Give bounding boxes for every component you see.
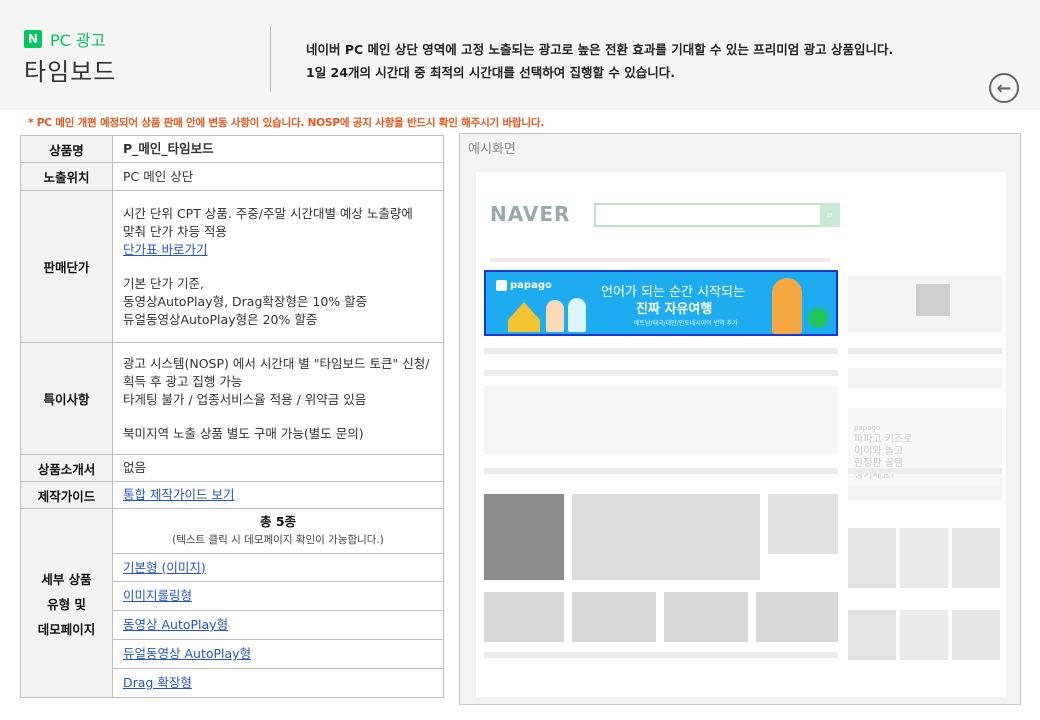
type-link-rolling[interactable]: 이미지롤링형 bbox=[123, 588, 192, 603]
content-thumbnail bbox=[484, 592, 564, 642]
table-row: 상품명 P_메인_타임보드 bbox=[20, 135, 444, 163]
type-link-basic[interactable]: 기본형 (이미지) bbox=[123, 560, 206, 575]
notice-text: * PC 메인 개편 예정되어 상품 판매 안에 변동 사항이 있습니다. NO… bbox=[28, 117, 545, 129]
temple-illustration bbox=[508, 302, 540, 332]
types-header: 총 5종 (텍스트 클릭 시 데모페이지 확인이 가능합니다.) bbox=[112, 508, 444, 554]
text-line: 광고 시스템(NOSP) 에서 시간대 별 "타임보드 토큰" 신청/ bbox=[123, 355, 430, 371]
news-bar bbox=[484, 348, 838, 354]
content-thumbnail bbox=[768, 494, 838, 554]
example-screenshot: NAVER ⌕ papago 언어가 되는 순간 시작되는 진짜 자유여행 베트… bbox=[476, 172, 1006, 697]
text-line: 시간 단위 CPT 상품. 주중/주말 시간대별 예상 노출량에 bbox=[123, 205, 413, 221]
product-thumbnail bbox=[952, 528, 1000, 588]
traveler-illustration bbox=[568, 298, 586, 332]
translate-icon bbox=[808, 308, 828, 328]
ad-subtext: 베트남/태국/대만/인도네시아어 번역 추가 bbox=[634, 320, 738, 327]
traveler-illustration bbox=[546, 300, 564, 332]
news-bar bbox=[484, 370, 838, 376]
row-label: 판매단가 bbox=[20, 190, 113, 343]
tab-bar bbox=[484, 468, 838, 474]
spec-table: 상품명 P_메인_타임보드 노출위치 PC 메인 상단 판매단가 시간 단위 C… bbox=[20, 135, 444, 698]
search-icon: ⌕ bbox=[820, 203, 840, 227]
naver-logo: NAVER bbox=[490, 202, 571, 226]
content-thumbnail bbox=[664, 592, 748, 642]
product-thumbnail bbox=[848, 528, 896, 588]
types-total: 총 5종 bbox=[259, 514, 297, 529]
example-title: 예시화면 bbox=[468, 142, 516, 157]
text-line: 기본 단가 기준, bbox=[123, 275, 204, 291]
brand: N PC 광고 bbox=[24, 27, 105, 51]
press-grid bbox=[484, 386, 838, 454]
text-line: 획득 후 광고 집행 가능 bbox=[123, 373, 243, 389]
content-thumbnail bbox=[572, 494, 760, 580]
man-illustration bbox=[772, 278, 802, 334]
description-line: 네이버 PC 메인 상단 영역에 고정 노출되는 광고로 높은 전환 효과를 기… bbox=[306, 42, 894, 57]
row-label: 노출위치 bbox=[20, 162, 113, 191]
price-table-link[interactable]: 단가표 바로가기 bbox=[123, 242, 207, 257]
issue-list bbox=[848, 368, 1002, 388]
type-link-dual-video[interactable]: 듀얼동영상 AutoPlay형 bbox=[123, 646, 251, 661]
row-label: 제작가이드 bbox=[20, 481, 113, 509]
row-value: P_메인_타임보드 bbox=[112, 135, 444, 163]
content-thumbnail bbox=[484, 494, 564, 580]
product-thumbnail bbox=[900, 528, 948, 588]
product-thumbnail bbox=[952, 610, 1000, 660]
table-row: 상품소개서 없음 bbox=[20, 454, 444, 482]
product-description: 네이버 PC 메인 상단 영역에 고정 노출되는 광고로 높은 전환 효과를 기… bbox=[306, 38, 893, 84]
table-row: 특이사항 광고 시스템(NOSP) 에서 시간대 별 "타임보드 토큰" 신청/… bbox=[20, 342, 444, 455]
brand-label: PC 광고 bbox=[50, 31, 106, 50]
description-line: 1일 24개의 시간대 중 최적의 시간대를 선택하여 집행할 수 있습니다. bbox=[306, 65, 676, 80]
special-cell: 광고 시스템(NOSP) 에서 시간대 별 "타임보드 토큰" 신청/ 획득 후… bbox=[112, 342, 444, 455]
product-thumbnail bbox=[900, 610, 948, 660]
login-image-placeholder bbox=[916, 284, 950, 316]
content-thumbnail bbox=[756, 592, 838, 642]
issue-bar bbox=[848, 348, 1002, 354]
search-box bbox=[594, 203, 822, 227]
row-value: 없음 bbox=[112, 454, 444, 482]
content-thumbnail bbox=[572, 592, 656, 642]
caption-placeholder bbox=[484, 652, 838, 658]
product-title: 타임보드 bbox=[24, 58, 117, 86]
text-line: 타게팅 불가 / 업종서비스율 적용 / 위약금 있음 bbox=[123, 391, 367, 407]
table-row: 세부 상품 유형 및 데모페이지 총 5종 (텍스트 클릭 시 데모페이지 확인… bbox=[20, 508, 444, 698]
page-header: N PC 광고 타임보드 네이버 PC 메인 상단 영역에 고정 노출되는 광고… bbox=[0, 0, 1040, 110]
product-thumbnail bbox=[848, 610, 896, 660]
table-row: 제작가이드 통합 제작가이드 보기 bbox=[20, 481, 444, 509]
text-line: 듀얼동영상AutoPlay형은 20% 할증 bbox=[123, 311, 318, 327]
shopping-tags bbox=[848, 486, 1002, 500]
text-line: 북미지역 노출 상품 별도 구매 가능(별도 문의) bbox=[123, 425, 364, 441]
shopping-bar bbox=[848, 468, 1002, 474]
example-panel: 예시화면 NAVER ⌕ papago 언어가 되는 순간 시작되는 진짜 자유… bbox=[459, 133, 1021, 705]
timeboard-ad-banner[interactable]: papago 언어가 되는 순간 시작되는 진짜 자유여행 베트남/태국/대만/… bbox=[484, 270, 838, 336]
row-label: 상품명 bbox=[20, 135, 113, 163]
text-line: 맞춰 단가 차등 적용 bbox=[123, 223, 227, 239]
ad-headline-2: 진짜 자유여행 bbox=[636, 302, 713, 317]
row-value: PC 메인 상단 bbox=[112, 162, 444, 191]
divider bbox=[270, 26, 271, 92]
table-row: 노출위치 PC 메인 상단 bbox=[20, 162, 444, 191]
type-link-drag[interactable]: Drag 확장형 bbox=[123, 675, 192, 690]
price-cell: 시간 단위 CPT 상품. 주중/주말 시간대별 예상 노출량에 맞춰 단가 차… bbox=[112, 190, 444, 343]
table-row: 판매단가 시간 단위 CPT 상품. 주중/주말 시간대별 예상 노출량에 맞춰… bbox=[20, 190, 444, 343]
row-label: 세부 상품 유형 및 데모페이지 bbox=[20, 508, 113, 698]
back-button[interactable]: ← bbox=[989, 73, 1019, 103]
arrow-left-icon: ← bbox=[996, 77, 1012, 99]
types-hint: (텍스트 클릭 시 데모페이지 확인이 가능합니다.) bbox=[172, 534, 384, 546]
naver-n-logo: N bbox=[24, 30, 42, 48]
type-link-video[interactable]: 동영상 AutoPlay형 bbox=[123, 617, 228, 632]
guide-link[interactable]: 통합 제작가이드 보기 bbox=[123, 487, 234, 502]
row-label: 특이사항 bbox=[20, 342, 113, 455]
papago-logo: papago bbox=[496, 280, 552, 291]
menu-placeholder bbox=[490, 258, 830, 262]
row-label: 상품소개서 bbox=[20, 454, 113, 482]
text-line: 동영상AutoPlay형, Drag확장형은 10% 할증 bbox=[123, 293, 368, 309]
